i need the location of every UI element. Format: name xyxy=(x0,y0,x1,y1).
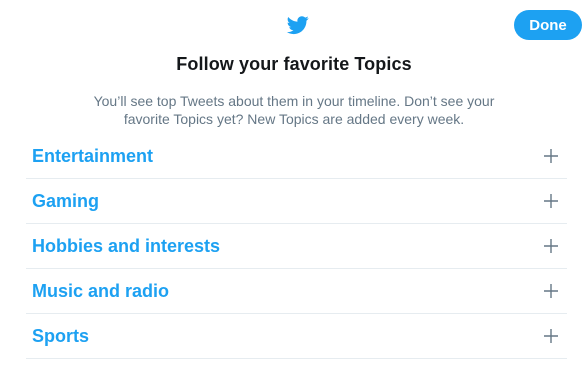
top-bar: Done xyxy=(0,0,588,50)
page-title: Follow your favorite Topics xyxy=(176,54,412,74)
plus-icon[interactable] xyxy=(543,238,559,254)
topic-row-entertainment[interactable]: Entertainment xyxy=(26,134,567,179)
plus-icon[interactable] xyxy=(543,283,559,299)
done-button[interactable]: Done xyxy=(514,10,582,40)
twitter-bird-icon xyxy=(286,16,309,35)
page-subtitle: You’ll see top Tweets about them in your… xyxy=(93,93,495,127)
plus-icon[interactable] xyxy=(543,148,559,164)
topic-list: Entertainment Gaming Hobbies and interes… xyxy=(26,134,567,359)
topic-label: Music and radio xyxy=(32,281,170,301)
topic-label: Entertainment xyxy=(32,146,154,166)
plus-icon[interactable] xyxy=(543,328,559,344)
topic-label: Sports xyxy=(32,326,90,346)
plus-icon[interactable] xyxy=(543,193,559,209)
topic-row-gaming[interactable]: Gaming xyxy=(26,179,567,224)
topics-dialog: Done Follow your favorite Topics You’ll … xyxy=(0,0,588,374)
topic-row-music-and-radio[interactable]: Music and radio xyxy=(26,269,567,314)
topic-label: Gaming xyxy=(32,191,100,211)
topic-label: Hobbies and interests xyxy=(32,236,221,256)
topic-row-hobbies-and-interests[interactable]: Hobbies and interests xyxy=(26,224,567,269)
topic-row-sports[interactable]: Sports xyxy=(26,314,567,359)
